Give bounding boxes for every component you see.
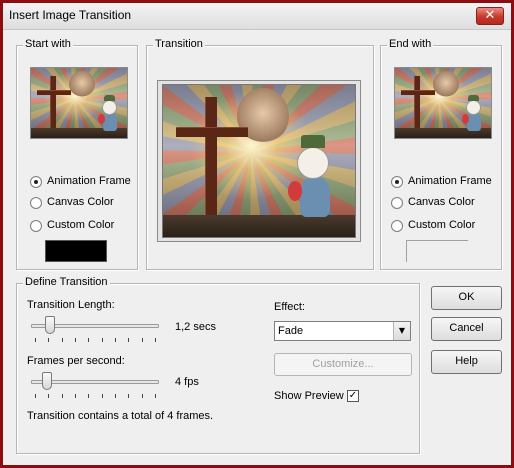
frames-per-second-slider[interactable] — [31, 372, 159, 402]
radio-button[interactable] — [391, 176, 403, 188]
end-with-group: End with Animation Frame Canvas Color Cu… — [380, 38, 502, 270]
transition-length-slider[interactable] — [31, 316, 159, 346]
slider-tick — [48, 394, 49, 398]
ok-button-label: OK — [458, 291, 475, 303]
effect-dropdown[interactable]: Fade ▼ — [274, 321, 411, 341]
slider-tick — [142, 394, 143, 398]
ok-button[interactable]: OK — [431, 286, 502, 310]
effect-selected-value: Fade — [278, 325, 304, 337]
transition-preview-image — [162, 84, 356, 238]
radio-button[interactable] — [391, 197, 403, 209]
help-button[interactable]: Help — [431, 350, 502, 374]
end-with-label: End with — [387, 38, 434, 50]
start-frame-thumbnail — [30, 67, 128, 139]
slider-tick — [48, 338, 49, 342]
transition-preview-frame — [157, 80, 361, 242]
radio-label: Canvas Color — [408, 196, 475, 208]
frames-per-second-label: Frames per second: — [27, 355, 125, 367]
transition-length-label: Transition Length: — [27, 299, 115, 311]
radio-button[interactable] — [30, 220, 42, 232]
title-bar: Insert Image Transition ✕ — [3, 3, 511, 30]
radio-button[interactable] — [391, 220, 403, 232]
radio-label: Animation Frame — [408, 175, 492, 187]
start-custom-color-swatch[interactable] — [45, 240, 107, 262]
effect-label: Effect: — [274, 301, 305, 313]
cancel-button-label: Cancel — [449, 322, 484, 334]
define-transition-group: Define Transition Transition Length: 1,2… — [16, 276, 420, 454]
radio-label: Animation Frame — [47, 175, 131, 187]
show-preview-checkbox[interactable]: ✓ — [347, 390, 359, 402]
radio-label: Custom Color — [408, 219, 476, 231]
define-transition-label: Define Transition — [23, 276, 110, 288]
slider-tick — [88, 338, 89, 342]
transition-summary: Transition contains a total of 4 frames. — [27, 410, 214, 422]
slider-thumb[interactable] — [42, 372, 52, 390]
slider-tick — [88, 394, 89, 398]
cancel-button[interactable]: Cancel — [431, 317, 502, 341]
radio-label: Canvas Color — [47, 196, 114, 208]
frames-per-second-value: 4 fps — [175, 376, 199, 388]
slider-tick — [115, 338, 116, 342]
start-with-label: Start with — [23, 38, 73, 50]
slider-tick — [75, 394, 76, 398]
radio-label: Custom Color — [47, 219, 115, 231]
transition-label: Transition — [153, 38, 205, 50]
slider-ticks — [35, 394, 156, 398]
close-button[interactable]: ✕ — [476, 7, 504, 25]
customize-button[interactable]: Customize... — [274, 353, 412, 376]
slider-tick — [62, 394, 63, 398]
help-button-label: Help — [455, 355, 478, 367]
slider-tick — [142, 338, 143, 342]
end-custom-color-swatch[interactable] — [406, 240, 468, 262]
slider-ticks — [35, 338, 156, 342]
slider-tick — [35, 338, 36, 342]
slider-tick — [128, 338, 129, 342]
customize-button-label: Customize... — [312, 358, 374, 370]
slider-tick — [102, 394, 103, 398]
slider-thumb[interactable] — [45, 316, 55, 334]
slider-tick — [115, 394, 116, 398]
radio-button[interactable] — [30, 176, 42, 188]
end-frame-thumbnail — [394, 67, 492, 139]
chevron-down-icon[interactable]: ▼ — [393, 322, 410, 340]
slider-tick — [62, 338, 63, 342]
slider-tick — [155, 394, 156, 398]
slider-tick — [35, 394, 36, 398]
insert-image-transition-dialog: Insert Image Transition ✕ Start with Ani… — [0, 0, 514, 468]
slider-tick — [155, 338, 156, 342]
window-title: Insert Image Transition — [9, 8, 132, 22]
check-icon: ✓ — [348, 390, 358, 401]
show-preview-label: Show Preview — [274, 390, 344, 402]
slider-tick — [75, 338, 76, 342]
slider-tick — [102, 338, 103, 342]
transition-length-value: 1,2 secs — [175, 321, 216, 333]
slider-tick — [128, 394, 129, 398]
close-icon: ✕ — [484, 8, 496, 23]
radio-button[interactable] — [30, 197, 42, 209]
start-with-group: Start with Animation Frame Canvas Color … — [16, 38, 138, 270]
transition-group: Transition — [146, 38, 374, 270]
